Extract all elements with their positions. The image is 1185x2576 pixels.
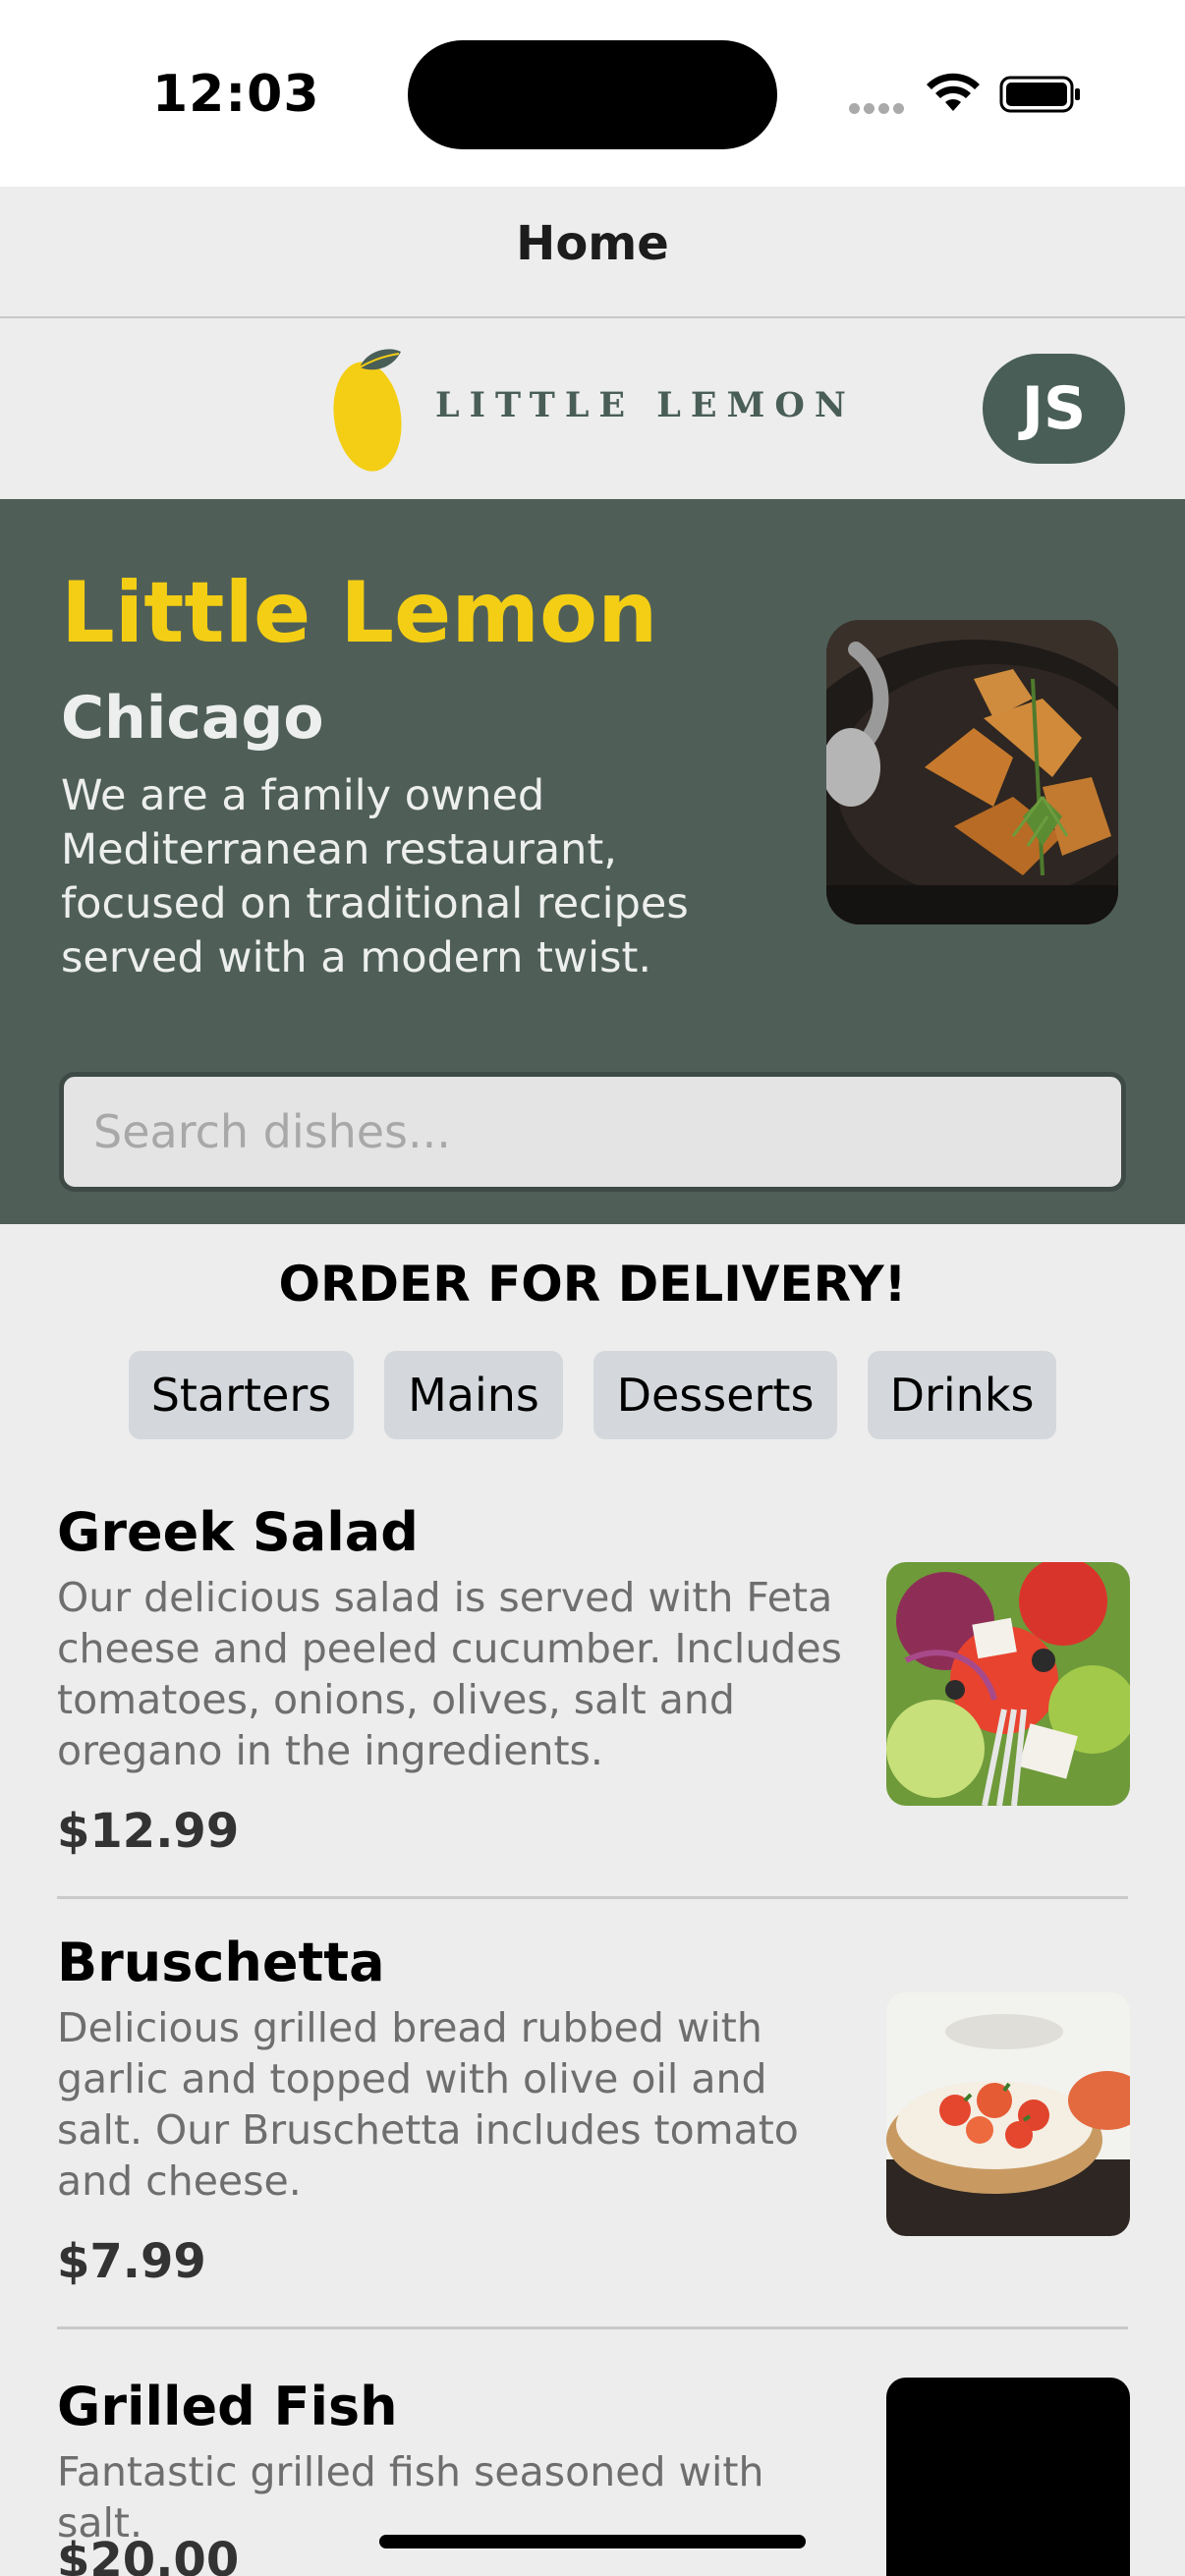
item-price: $20.00 [57,2533,240,2576]
category-drinks[interactable]: Drinks [868,1351,1056,1439]
hero-city: Chicago [61,684,324,753]
menu-item-bruschetta[interactable]: Bruschetta Delicious grilled bread rubbe… [57,1932,1130,2305]
item-name: Bruschetta [57,1932,385,1993]
menu-divider [57,2326,1128,2329]
menu-divider [57,1896,1128,1899]
nav-title: Home [516,216,669,271]
item-price: $7.99 [57,2234,206,2289]
search-input[interactable] [64,1077,1121,1187]
category-starters[interactable]: Starters [129,1351,354,1439]
hero-food-image [826,620,1118,924]
lemon-icon [333,349,402,472]
hero-description: We are a family owned Mediterranean rest… [61,771,689,982]
item-name: Grilled Fish [57,2376,398,2437]
logo-text: LITTLE LEMON [435,385,856,425]
wifi-icon [927,73,980,111]
order-title: ORDER FOR DELIVERY! [278,1256,907,1313]
battery-icon [999,76,1080,113]
hero-section: Little Lemon Chicago We are a family own… [0,499,1185,1224]
item-description: Delicious grilled bread rubbed with garl… [57,2004,799,2205]
greek-salad-image [886,1562,1130,1806]
app-header: LITTLE LEMON JS [0,318,1185,499]
menu-item-greek-salad[interactable]: Greek Salad Our delicious salad is serve… [57,1501,1130,1875]
hero-title: Little Lemon [61,564,658,662]
search-field[interactable] [59,1072,1126,1192]
bruschetta-image [886,1992,1130,2236]
home-indicator [379,2535,806,2548]
grilled-fish-image [886,2378,1130,2576]
cellular-signal-icon [849,99,908,114]
dynamic-island [408,40,777,149]
category-desserts[interactable]: Desserts [593,1351,837,1439]
category-mains[interactable]: Mains [384,1351,563,1439]
item-name: Greek Salad [57,1501,419,1563]
little-lemon-logo: LITTLE LEMON [330,346,846,474]
item-description: Our delicious salad is served with Feta … [57,1574,842,1774]
status-time: 12:03 [152,65,320,124]
profile-avatar[interactable]: JS [983,354,1125,464]
status-bar: 12:03 [0,0,1185,187]
item-price: $12.99 [57,1804,240,1859]
